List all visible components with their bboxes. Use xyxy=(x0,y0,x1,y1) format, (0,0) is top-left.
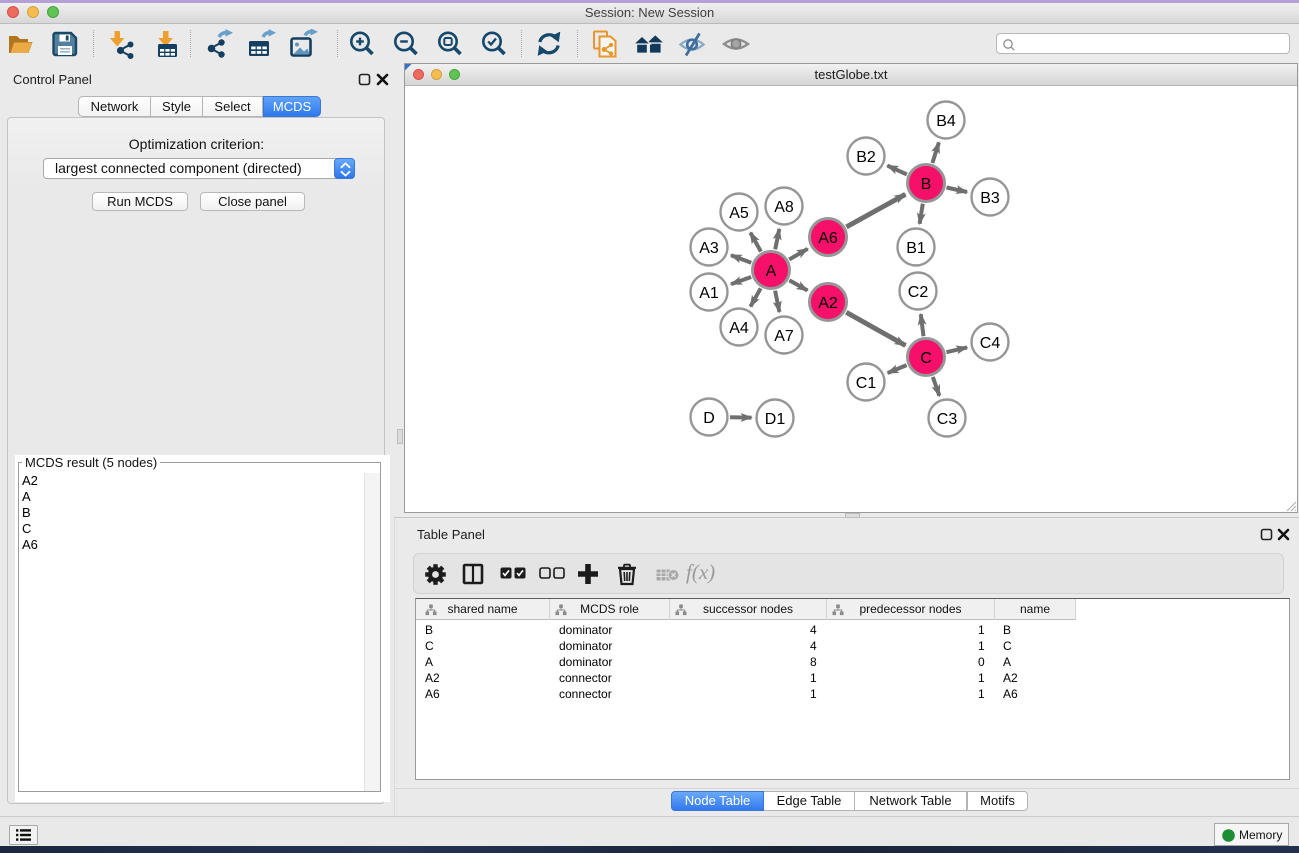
svg-text:A5: A5 xyxy=(729,205,749,222)
svg-text:C1: C1 xyxy=(856,375,877,392)
svg-text:C3: C3 xyxy=(937,411,958,428)
svg-text:A8: A8 xyxy=(774,199,794,216)
svg-text:A1: A1 xyxy=(699,285,719,302)
svg-text:B1: B1 xyxy=(906,240,926,257)
svg-text:D: D xyxy=(703,410,715,427)
svg-text:A2: A2 xyxy=(818,295,838,312)
svg-text:B4: B4 xyxy=(936,113,956,130)
svg-text:B2: B2 xyxy=(856,149,876,166)
svg-text:C4: C4 xyxy=(980,335,1001,352)
svg-text:A7: A7 xyxy=(774,328,794,345)
svg-text:C2: C2 xyxy=(908,284,929,301)
svg-text:A4: A4 xyxy=(729,320,749,337)
svg-text:A: A xyxy=(766,263,777,280)
svg-text:A6: A6 xyxy=(818,230,838,247)
svg-text:B: B xyxy=(921,176,932,193)
svg-text:C: C xyxy=(920,350,932,367)
svg-text:B3: B3 xyxy=(980,190,1000,207)
svg-text:A3: A3 xyxy=(699,240,719,257)
svg-text:D1: D1 xyxy=(765,411,786,428)
